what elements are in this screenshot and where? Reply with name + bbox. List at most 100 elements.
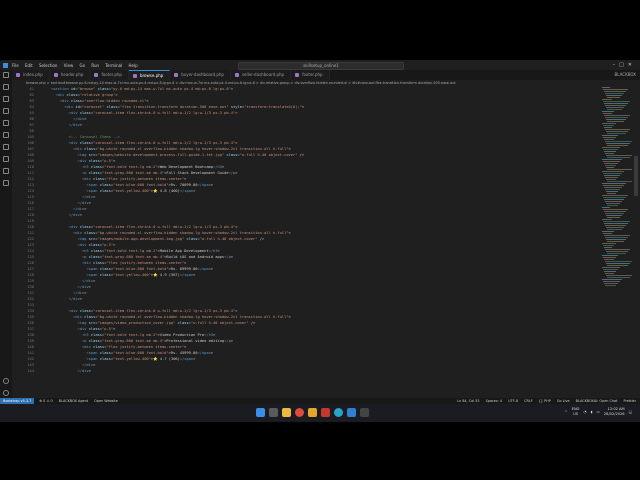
tab-seller-dashboard-php[interactable]: seller-dashboard.php — [230, 70, 292, 80]
line-number: 134 — [27, 309, 34, 313]
line-number: 116 — [27, 201, 34, 205]
app-icon[interactable] — [321, 408, 330, 417]
minimap-line — [604, 283, 618, 284]
remote-explorer-icon[interactable] — [3, 132, 9, 138]
menu-terminal[interactable]: Terminal — [105, 63, 122, 68]
run-debug-icon[interactable] — [3, 108, 9, 114]
minimap-line — [602, 147, 620, 148]
battery-icon[interactable]: ▭ — [596, 410, 599, 414]
notifications-icon[interactable]: ◱ — [629, 410, 632, 414]
terminal-icon[interactable] — [360, 408, 369, 417]
php-file-icon — [132, 73, 137, 78]
line-number: 115 — [27, 195, 34, 199]
menu-help[interactable]: Help — [128, 63, 137, 68]
account-icon[interactable] — [3, 378, 9, 384]
tab-label: footer.php — [101, 72, 122, 77]
menu-view[interactable]: View — [64, 63, 74, 68]
minimap-line — [603, 269, 618, 270]
live-share-icon[interactable] — [3, 168, 9, 174]
wifi-icon[interactable]: ◔ — [583, 410, 586, 414]
line-code: <img src="images/website-development-pro… — [77, 153, 305, 157]
chrome-icon[interactable] — [295, 408, 304, 417]
line-number: 131 — [27, 291, 34, 295]
search-icon[interactable] — [3, 84, 9, 90]
minimap-line — [605, 153, 614, 154]
line-number: 132 — [27, 297, 34, 301]
vscode-icon[interactable] — [347, 408, 356, 417]
minimap-line — [607, 205, 618, 206]
search-icon[interactable] — [269, 408, 278, 417]
explorer-icon[interactable] — [3, 72, 9, 78]
tab-index-php[interactable]: index.php — [12, 70, 50, 80]
file-explorer-icon[interactable] — [282, 408, 291, 417]
language-mode[interactable]: {} PHP — [539, 399, 551, 403]
command-center-search[interactable]: skillsetup_online1 — [238, 62, 404, 70]
prettier[interactable]: Prettier — [624, 399, 636, 403]
tab-footer-php-2[interactable]: footer.php — [291, 70, 330, 80]
line-code: <div class="flex justify-between items-c… — [81, 345, 187, 349]
line-number: 122 — [27, 237, 34, 241]
minimap-line — [606, 119, 626, 120]
close-icon[interactable]: ✕ — [628, 62, 636, 68]
minimap-line — [606, 107, 624, 108]
tab-header-php[interactable]: header.php — [49, 70, 91, 80]
blackbox-agent[interactable]: BLACKBOX Agent — [59, 399, 88, 403]
php-file-icon — [16, 73, 20, 77]
scrollbar-thumb[interactable] — [634, 156, 638, 196]
line-code: <div class="overflow-hidden rounded-xl"> — [59, 99, 149, 103]
settings-gear-icon[interactable] — [3, 390, 9, 396]
maximize-icon[interactable]: □ — [619, 62, 628, 68]
tab-footer-php[interactable]: footer.php — [90, 70, 129, 80]
chevron-up-icon[interactable]: ^ — [565, 410, 568, 414]
minimap-line — [607, 277, 630, 278]
code-line[interactable]: 144 </div> — [12, 368, 602, 374]
line-code: <section id="browse" class="py-6 md:py-1… — [50, 87, 234, 91]
line-number: 114 — [27, 189, 34, 193]
line-code: <p class="text-gray-600 text-sm mb-4">Fu… — [81, 171, 238, 175]
minimap-line — [602, 255, 618, 256]
testing-icon[interactable] — [3, 144, 9, 150]
clock[interactable]: 12:02 AM 28/02/2026 — [604, 407, 625, 417]
language-indicator[interactable]: ENG US — [572, 407, 580, 417]
cursor-position[interactable]: Ln 84, Col 55 — [457, 399, 479, 403]
blackbox-icon[interactable] — [3, 156, 9, 162]
source-control-icon[interactable] — [3, 96, 9, 102]
indentation[interactable]: Spaces: 4 — [486, 399, 502, 403]
minimap-line — [605, 285, 616, 286]
problems-count[interactable]: ⊗ 0 ⚠ 0 — [39, 399, 52, 403]
minimap-line — [605, 237, 628, 238]
folder-icon[interactable] — [308, 408, 317, 417]
menu-run[interactable]: Run — [91, 63, 99, 68]
minimap-line — [604, 211, 626, 212]
blackbox-open-chat[interactable]: BLACKBOXAI: Open Chat — [576, 399, 618, 403]
volume-icon[interactable]: ◖ — [591, 410, 593, 414]
minimap-line — [606, 179, 616, 180]
minimap-line — [602, 243, 616, 244]
extensions-icon[interactable] — [3, 120, 9, 126]
activity-bar — [0, 70, 12, 400]
menu-go[interactable]: Go — [80, 63, 86, 68]
line-ending[interactable]: CRLF — [524, 399, 533, 403]
menu-selection[interactable]: Selection — [39, 63, 57, 68]
minimap[interactable] — [602, 86, 632, 398]
encoding[interactable]: UTF-8 — [508, 399, 518, 403]
open-website[interactable]: Open Website — [94, 399, 118, 403]
menu-edit[interactable]: Edit — [25, 63, 33, 68]
docker-icon[interactable] — [3, 180, 9, 186]
blackbox-label[interactable]: BLACKBOX — [615, 70, 640, 80]
tab-browse-php[interactable]: browse.php — [128, 70, 171, 80]
minimap-line — [606, 191, 618, 192]
code-editor[interactable]: 61 <section id="browse" class="py-6 md:p… — [12, 86, 602, 398]
start-icon[interactable] — [256, 408, 265, 417]
go-live[interactable]: Go Live — [557, 399, 570, 403]
tab-label: seller-dashboard.php — [241, 72, 285, 77]
line-number: 135 — [27, 315, 34, 319]
editor-scrollbar[interactable] — [634, 86, 638, 398]
minimap-line — [607, 253, 626, 254]
minimap-line — [607, 217, 620, 218]
tab-buyer-dashboard-php[interactable]: buyer-dashboard.php — [170, 70, 231, 80]
menu-file[interactable]: File — [12, 63, 19, 68]
minimap-line — [603, 113, 612, 114]
edge-icon[interactable] — [334, 408, 343, 417]
line-number: 138 — [27, 333, 34, 337]
